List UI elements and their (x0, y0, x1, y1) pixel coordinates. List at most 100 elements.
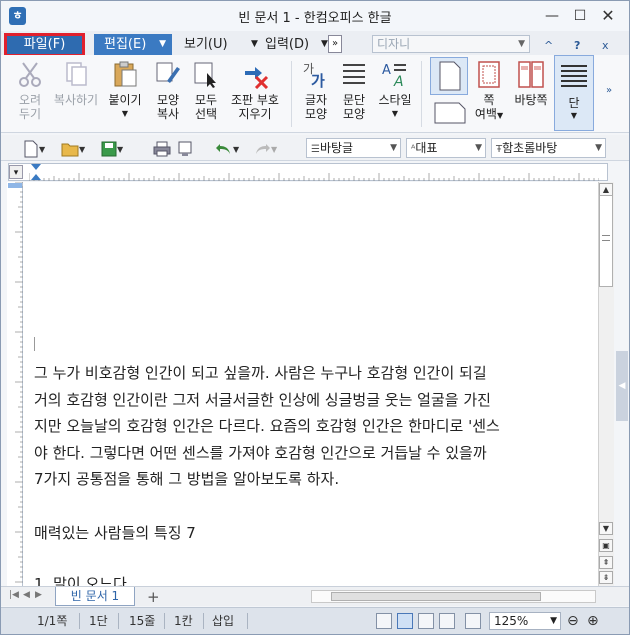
menu-input[interactable]: 입력(D) (265, 34, 309, 55)
view-web-icon[interactable] (418, 613, 434, 629)
format-copy-button[interactable]: 모양 복사 (149, 59, 187, 129)
cut-label-1: 오려 (18, 93, 42, 107)
tab-document-1[interactable]: 빈 문서 1 (55, 587, 135, 606)
ruler-tab-selector[interactable]: ▾ (9, 165, 23, 179)
zoom-combo[interactable]: 125% ▼ (489, 612, 561, 630)
help-button[interactable]: ? (574, 39, 580, 52)
page-margin-button[interactable]: 쪽 여백▼ (469, 59, 509, 129)
select-all-label-2: 선택 (194, 107, 218, 121)
redo-button[interactable]: ▼ (253, 138, 277, 158)
print-button[interactable] (153, 138, 171, 158)
paste-button[interactable]: 붙이기 ▼ (105, 59, 145, 129)
text-cursor (34, 337, 35, 351)
status-bar: 1/1쪽 1단 15줄 1칸 삽입 125% ▼ ⊖ ⊕ (1, 607, 629, 634)
more-menus-button[interactable]: » (328, 35, 342, 53)
zoom-in-button[interactable]: ⊕ (587, 612, 599, 630)
copy-button[interactable]: 복사하기 (51, 59, 101, 129)
title-bar: ㅎ 빈 문서 1 - 한컴오피스 한글 — ☐ ✕ (1, 1, 629, 31)
paragraph-style-combo[interactable]: ☰바탕글 ▼ (306, 138, 401, 158)
document-page[interactable]: 그 누가 비호감형 인간이 되고 싶을까. 사람은 누구나 호감형 인간이 되길… (23, 182, 598, 586)
menu-edit[interactable]: 편집(E) ▼ (94, 34, 172, 55)
horizontal-scrollbar-thumb[interactable] (331, 592, 541, 601)
open-button[interactable]: ▼ (61, 138, 85, 158)
undo-button[interactable]: ▼ (215, 138, 239, 158)
view-outline-icon[interactable] (439, 613, 455, 629)
remove-marks-label-2: 지우기 (238, 107, 272, 121)
ribbon-expand-button[interactable]: » (606, 85, 612, 96)
remove-marks-button[interactable]: 조판 부호 지우기 (226, 59, 284, 129)
doc-line-2[interactable]: 거의 호감형 인간이란 그저 서글서글한 인상에 싱글벙글 웃는 얼굴을 가진 (34, 390, 491, 410)
tab-next-icon[interactable]: ▶ (35, 590, 42, 600)
design-select[interactable]: 디자니 ▼ (372, 35, 530, 53)
side-panel-toggle[interactable]: ◀ (616, 351, 628, 421)
close-button[interactable]: ✕ (597, 6, 619, 26)
redo-icon (256, 143, 270, 154)
menu-file[interactable]: 파일(F) (4, 33, 85, 57)
doc-line-1[interactable]: 그 누가 비호감형 인간이 되고 싶을까. 사람은 누구나 호감형 인간이 되길 (34, 363, 487, 383)
menu-bar: 파일(F) 편집(E) ▼ 보기(U) ▼ 입력(D) ▼ » 디자니 ▼ ^ … (1, 31, 629, 57)
tab-first-icon[interactable]: |◀ (9, 590, 19, 600)
page-orientation-button[interactable] (430, 57, 468, 95)
collapse-ribbon-button[interactable]: ^ (544, 39, 553, 52)
chevron-down-icon: ▼ (233, 145, 240, 154)
minimize-button[interactable]: — (541, 6, 563, 26)
vertical-ruler[interactable] (7, 181, 23, 586)
view-page-icon[interactable] (397, 613, 413, 629)
select-all-button[interactable]: 모두 선택 (187, 59, 225, 129)
char-shape-label-1: 글자 (304, 93, 328, 107)
chevron-down-icon[interactable]: ▼ (251, 34, 258, 55)
copy-icon (66, 62, 87, 86)
zoom-out-button[interactable]: ⊖ (567, 612, 579, 630)
landscape-page-icon (434, 102, 466, 124)
doc-heading[interactable]: 매력있는 사람들의 특징 7 (34, 523, 196, 543)
margin-icon (478, 61, 500, 88)
doc-line-4[interactable]: 야 한다. 그렇다면 어떤 센스를 가져야 호감형 인간으로 거듭날 수 있을까 (34, 443, 487, 463)
zoom-fit-icon[interactable] (465, 613, 481, 629)
landscape-page-button[interactable] (433, 99, 467, 127)
para-shape-button[interactable]: 문단 모양 (335, 59, 373, 129)
status-divider (203, 613, 204, 629)
save-button[interactable]: ▼ (101, 138, 123, 158)
maximize-button[interactable]: ☐ (569, 6, 591, 26)
format-copy-label-1: 모양 (156, 93, 180, 107)
status-divider (164, 613, 165, 629)
scrollbar-thumb[interactable] (599, 195, 613, 287)
close-doc-button[interactable]: x (602, 39, 609, 52)
doc-line-5[interactable]: 7가지 공통점을 통해 그 방법을 알아보도록 하자. (34, 469, 339, 489)
print-preview-button[interactable] (177, 138, 193, 158)
columns-icon (561, 65, 587, 87)
scroll-down-button[interactable]: ▼ (599, 522, 613, 535)
page-view-button[interactable]: ▣ (599, 539, 613, 552)
horizontal-ruler[interactable] (8, 163, 608, 181)
folder-icon (61, 143, 79, 156)
view-normal-icon[interactable] (376, 613, 392, 629)
prev-page-button[interactable]: ⇞ (599, 556, 613, 569)
char-shape-button[interactable]: 가가 글자 모양 (297, 59, 335, 129)
language-combo[interactable]: ᴬ대표 ▼ (406, 138, 486, 158)
add-tab-button[interactable]: + (147, 588, 160, 606)
status-section: 1단 (89, 614, 108, 628)
status-insert-mode[interactable]: 삽입 (212, 612, 234, 630)
chevron-down-icon[interactable]: ▼ (321, 34, 328, 55)
menu-edit-label: 편집(E) (104, 37, 147, 52)
svg-text:A: A (382, 63, 391, 78)
background-page-button[interactable]: 바탕쪽 (509, 59, 553, 129)
background-page-label: 바탕쪽 (514, 93, 548, 107)
cut-button[interactable]: 오려 두기 (11, 59, 49, 129)
status-page: 1/1쪽 (37, 614, 68, 628)
columns-button[interactable]: 단 ▼ (554, 55, 594, 131)
indent-marker-icon[interactable] (31, 164, 41, 180)
chevron-down-icon: ▼ (391, 109, 399, 118)
style-label: 스타일 (378, 93, 412, 107)
font-combo[interactable]: Ŧ함초롬바탕 ▼ (491, 138, 606, 158)
doc-line-3[interactable]: 지만 오늘날의 호감형 인간은 다르다. 요즘의 호감형 인간은 한마디로 '센… (34, 416, 500, 436)
menu-view[interactable]: 보기(U) (184, 34, 228, 55)
new-doc-button[interactable]: ▼ (23, 138, 45, 158)
zoom-value: 125% (494, 614, 529, 628)
style-button[interactable]: AA 스타일 ▼ (375, 59, 415, 129)
tab-prev-icon[interactable]: ◀ (23, 590, 30, 600)
doc-item-1[interactable]: 1. 말이 오느다 (34, 574, 127, 586)
next-page-button[interactable]: ⇟ (599, 571, 613, 584)
chevron-down-icon: ▼ (595, 143, 602, 153)
chevron-down-icon: ▼ (475, 143, 482, 153)
